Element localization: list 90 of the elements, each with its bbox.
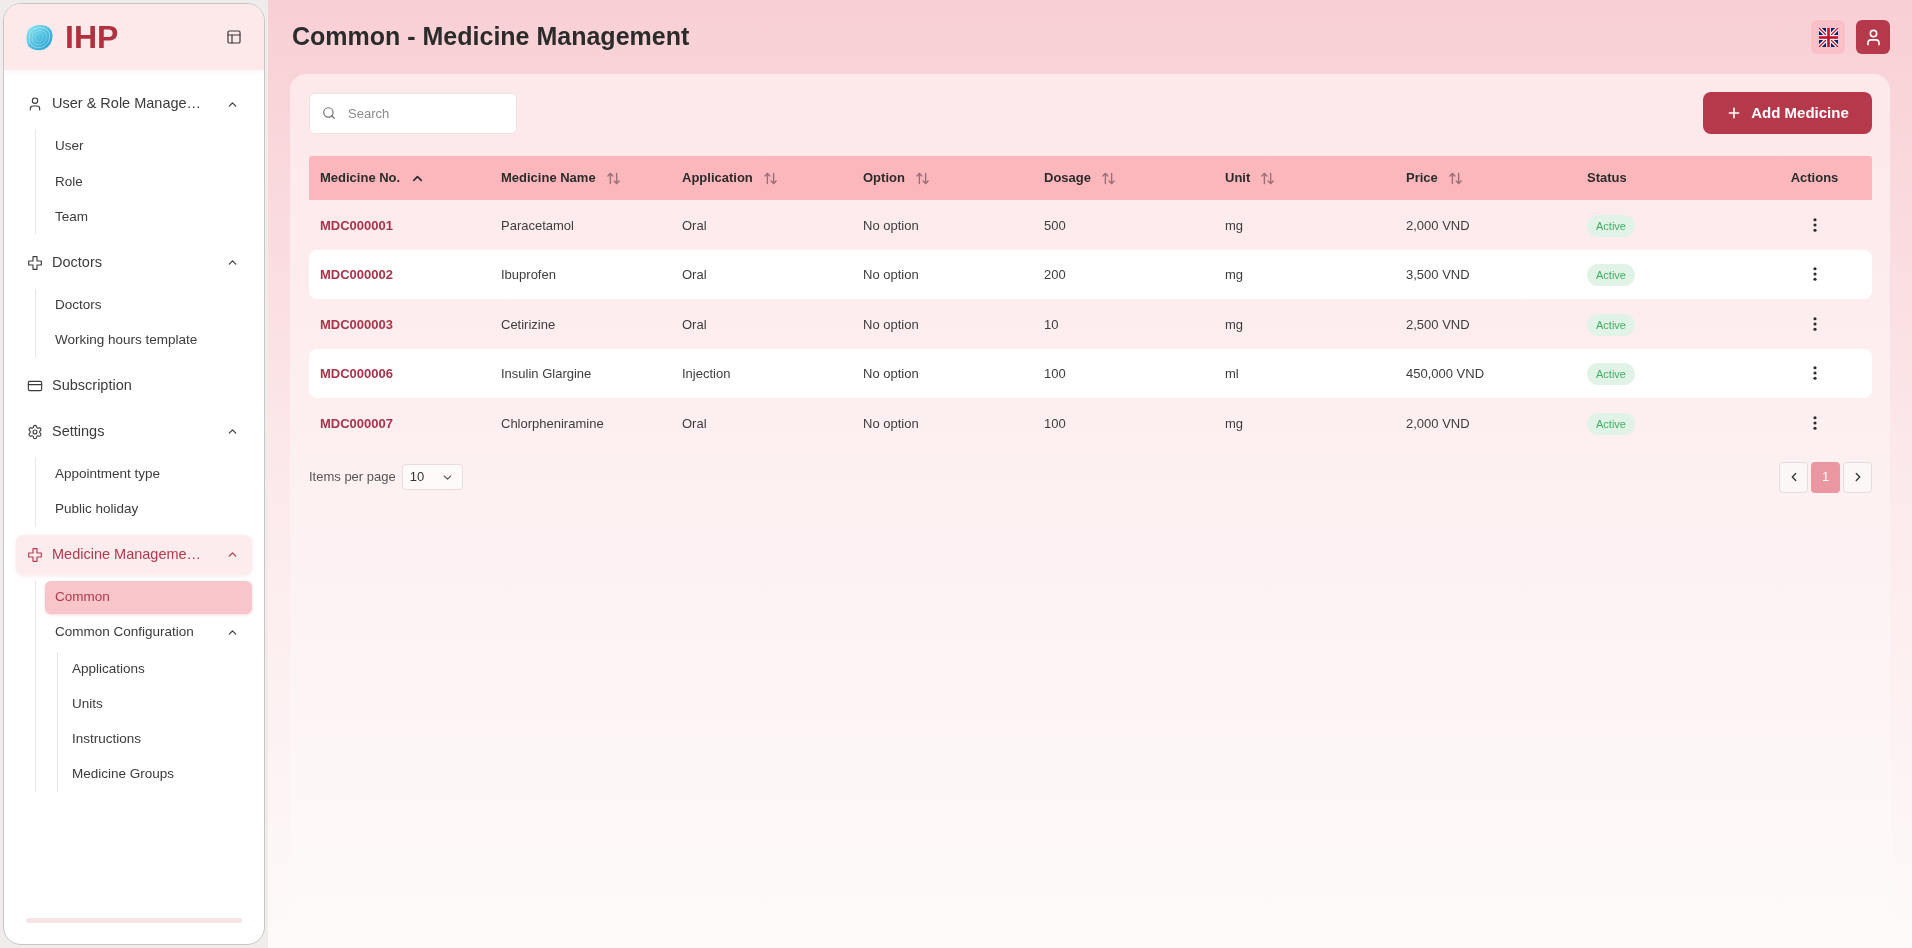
- sidebar-group-item[interactable]: User & Role Manage…: [16, 84, 252, 124]
- column-header: Status: [1587, 169, 1627, 188]
- column-header[interactable]: Dosage: [1044, 168, 1116, 188]
- panel-layout-icon: [226, 29, 242, 45]
- page-size-select[interactable]: 10: [401, 464, 463, 490]
- column-header[interactable]: Option: [863, 168, 930, 188]
- cross-icon: [27, 546, 43, 563]
- sidebar-subitem[interactable]: Team: [45, 201, 252, 234]
- vertical-dots-icon: [1812, 316, 1817, 331]
- unit-text: mg: [1225, 217, 1244, 233]
- medicine-name-text: Paracetamol: [501, 217, 574, 233]
- column-header[interactable]: Unit: [1225, 168, 1276, 188]
- unit-text: mg: [1225, 415, 1244, 431]
- option-text: No option: [863, 316, 919, 332]
- application-text: Injection: [682, 366, 731, 382]
- medicine-name-text: Ibuprofen: [501, 267, 556, 283]
- settings-icon: [27, 423, 43, 440]
- cross-icon: [27, 254, 43, 271]
- application-text: Oral: [682, 415, 707, 431]
- sidebar-subitem[interactable]: Instructions: [58, 721, 252, 757]
- sidebar-subitem[interactable]: Common: [45, 580, 252, 614]
- user-icon: [27, 96, 43, 112]
- medicine-number-link[interactable]: MDC000001: [320, 217, 393, 233]
- search-field[interactable]: Search: [309, 92, 517, 134]
- vertical-dots-icon: [1812, 366, 1817, 381]
- page-title: Common - Medicine Management: [292, 21, 690, 53]
- application-text: Oral: [682, 316, 707, 332]
- unit-text: mg: [1225, 267, 1244, 283]
- medicine-name-text: Insulin Glargine: [501, 366, 592, 382]
- sidebar-subitem[interactable]: Working hours template: [45, 324, 252, 357]
- sidebar-subitem[interactable]: Common Configuration: [45, 616, 252, 649]
- column-header[interactable]: Medicine Name: [501, 168, 621, 188]
- language-button[interactable]: [1811, 20, 1845, 54]
- dosage-text: 200: [1044, 267, 1066, 283]
- dosage-text: 100: [1044, 366, 1066, 382]
- column-header[interactable]: Price: [1406, 168, 1463, 188]
- medicine-name-text: Chlorpheniramine: [501, 415, 604, 431]
- status-badge: Active: [1587, 264, 1635, 287]
- option-text: No option: [863, 267, 919, 283]
- sidebar-subitem[interactable]: Doctors: [45, 288, 252, 322]
- status-badge: Active: [1587, 214, 1635, 237]
- medicine-number-link[interactable]: MDC000002: [320, 267, 393, 283]
- unit-text: mg: [1225, 316, 1244, 332]
- option-text: No option: [863, 217, 919, 233]
- sidebar-group-item[interactable]: Subscription: [16, 365, 252, 406]
- british-flag-icon: [1818, 27, 1838, 47]
- price-text: 2,000 VND: [1406, 217, 1470, 233]
- profile-button[interactable]: [1856, 20, 1890, 54]
- brand-name: IHP: [65, 21, 120, 53]
- dosage-text: 500: [1044, 217, 1066, 233]
- sidebar-subitem[interactable]: Role: [45, 165, 252, 199]
- column-header: Actions: [1790, 169, 1839, 188]
- vertical-dots-icon: [1812, 267, 1817, 282]
- status-badge: Active: [1587, 313, 1635, 336]
- dosage-text: 10: [1044, 316, 1059, 332]
- price-text: 450,000 VND: [1406, 366, 1485, 382]
- sidebar-subitem[interactable]: Public holiday: [45, 493, 252, 526]
- vertical-dots-icon: [1812, 415, 1817, 430]
- option-text: No option: [863, 415, 919, 431]
- items-per-page-label: Items per page: [309, 468, 396, 487]
- dosage-text: 100: [1044, 415, 1066, 431]
- horizontal-scrollbar[interactable]: [26, 918, 242, 923]
- sidebar-subitem[interactable]: Medicine Groups: [58, 756, 252, 792]
- price-text: 2,000 VND: [1406, 415, 1470, 431]
- search-icon: [322, 106, 336, 120]
- option-text: No option: [863, 366, 919, 382]
- add-medicine-button[interactable]: Add Medicine: [1703, 92, 1872, 134]
- sidebar-subitem[interactable]: Appointment type: [45, 457, 252, 491]
- price-text: 2,500 VND: [1406, 316, 1470, 332]
- column-header[interactable]: Medicine No.: [320, 168, 426, 188]
- status-badge: Active: [1587, 412, 1635, 435]
- sidebar-group-item[interactable]: Settings: [16, 411, 252, 452]
- medicine-number-link[interactable]: MDC000006: [320, 366, 393, 382]
- sidebar-subitem[interactable]: Applications: [58, 651, 252, 687]
- logo-icon: [24, 23, 54, 51]
- sidebar-group-item[interactable]: Doctors: [16, 242, 252, 283]
- unit-text: ml: [1225, 366, 1239, 382]
- medicine-name-text: Cetirizine: [501, 316, 556, 332]
- price-text: 3,500 VND: [1406, 267, 1470, 283]
- column-header[interactable]: Application: [682, 168, 778, 188]
- medicine-number-link[interactable]: MDC000003: [320, 316, 393, 332]
- sidebar-group-item[interactable]: Medicine Manageme…: [16, 534, 252, 575]
- sidebar-toggle-button[interactable]: [224, 27, 244, 47]
- application-text: Oral: [682, 217, 707, 233]
- vertical-dots-icon: [1812, 217, 1817, 232]
- status-badge: Active: [1587, 363, 1635, 386]
- sidebar-subitem[interactable]: Units: [58, 686, 252, 722]
- application-text: Oral: [682, 267, 707, 283]
- sidebar-subitem[interactable]: User: [45, 130, 252, 163]
- medicine-number-link[interactable]: MDC000007: [320, 415, 393, 431]
